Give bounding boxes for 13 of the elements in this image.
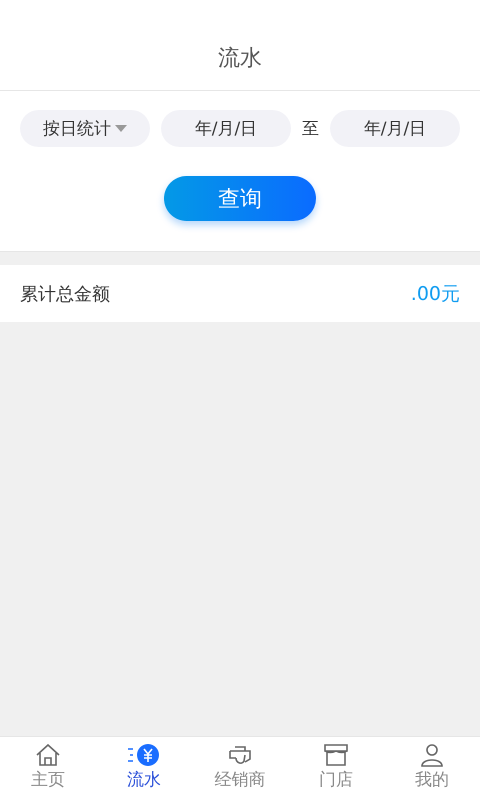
home-icon (35, 743, 61, 767)
total-label: 累计总金额 (20, 282, 110, 306)
page-title: 流水 (218, 45, 262, 73)
store-icon (323, 743, 349, 767)
mode-dropdown[interactable]: 按日统计 (20, 110, 150, 147)
range-separator: 至 (302, 118, 319, 140)
query-button[interactable]: 查询 (164, 176, 316, 221)
total-amount: .00元 (410, 282, 460, 306)
caret-icon (115, 125, 127, 132)
profile-icon (419, 743, 445, 767)
end-date-field[interactable]: 年/月/日 (330, 110, 460, 147)
money-icon (127, 743, 161, 767)
start-date-field[interactable]: 年/月/日 (161, 110, 291, 147)
